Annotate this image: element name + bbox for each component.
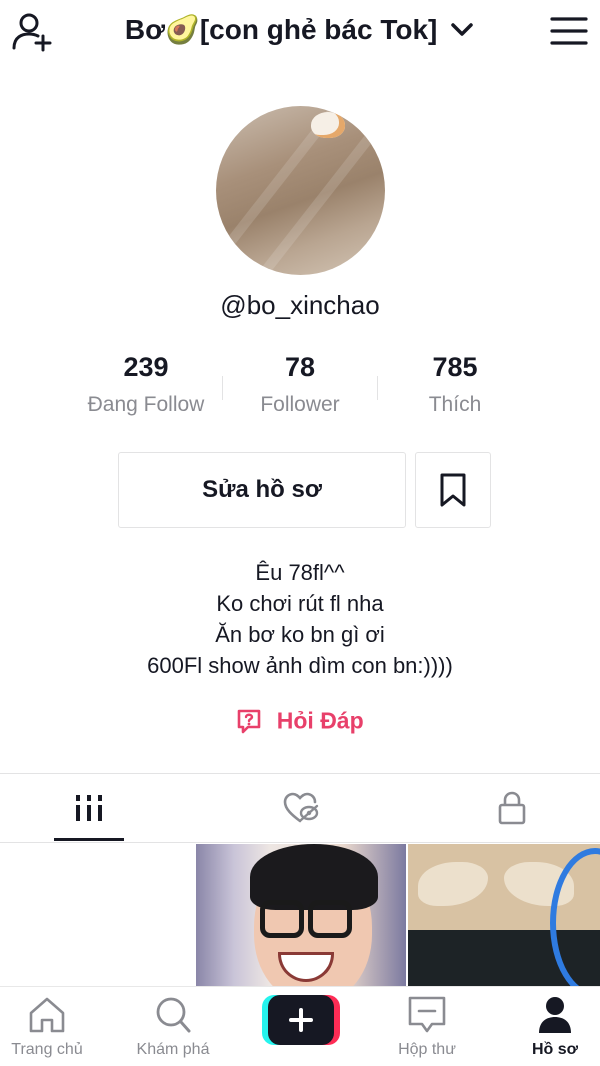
profile-stats: 239 Đang Follow 78 Follower 785 Thích <box>0 352 600 422</box>
video-grid <box>0 844 600 986</box>
thumbnail-shape <box>418 862 488 906</box>
nav-home[interactable]: Trang chủ <box>0 995 107 1059</box>
bookmark-button[interactable] <box>415 452 491 528</box>
stat-value: 239 <box>123 352 169 382</box>
stat-followers[interactable]: 78 Follower <box>220 352 380 417</box>
profile-header: Bơ🥑[con ghẻ bác Tok] <box>0 0 600 64</box>
plus-icon <box>289 1008 313 1032</box>
edit-profile-button[interactable]: Sửa hồ sơ <box>118 452 406 528</box>
stat-value: 785 <box>432 352 478 382</box>
avatar-floor-texture <box>216 106 370 275</box>
home-icon <box>29 997 65 1033</box>
bottom-navigation: Trang chủ Khám phá Hộp thư Hồ sơ <box>0 986 600 1066</box>
thumbnail-glasses <box>308 900 352 938</box>
nav-label: Khám phá <box>136 1041 210 1058</box>
bio: Êu 78fl^^ Ko chơi rút fl nha Ăn bơ ko bn… <box>0 557 600 681</box>
videos-grid-icon <box>76 795 102 821</box>
account-switcher[interactable]: Bơ🥑[con ghẻ bác Tok] <box>0 12 600 46</box>
liked-hidden-icon <box>283 792 319 823</box>
bio-line: Êu 78fl^^ <box>255 560 345 585</box>
nav-discover[interactable]: Khám phá <box>113 995 233 1059</box>
active-tab-indicator <box>54 838 124 841</box>
search-icon <box>156 997 191 1033</box>
inbox-icon <box>408 996 446 1033</box>
video-thumbnail[interactable] <box>196 844 406 986</box>
tab-liked[interactable] <box>201 774 401 842</box>
bookmark-icon <box>440 473 466 507</box>
video-thumbnail[interactable] <box>408 844 600 986</box>
stat-likes[interactable]: 785 Thích <box>375 352 535 417</box>
bio-line: Ăn bơ ko bn gì ơi <box>215 622 385 647</box>
avatar[interactable] <box>216 106 385 275</box>
create-button-face <box>268 995 334 1045</box>
tab-videos[interactable] <box>0 774 189 842</box>
avatar-floor-texture <box>232 106 385 275</box>
nav-profile[interactable]: Hồ sơ <box>495 995 600 1059</box>
username: @bo_xinchao <box>220 290 380 320</box>
question-bubble-icon <box>238 709 261 734</box>
avatar-cat <box>311 112 345 138</box>
video-thumbnail[interactable] <box>0 844 194 986</box>
nav-label: Hộp thư <box>398 1041 456 1058</box>
qa-link[interactable]: Hỏi Đáp <box>0 706 600 734</box>
profile-tabs <box>0 773 600 843</box>
hamburger-menu-icon[interactable] <box>550 14 588 48</box>
stat-label: Follower <box>260 393 340 416</box>
nav-label: Hồ sơ <box>531 1041 579 1058</box>
stat-following[interactable]: 239 Đang Follow <box>66 352 226 417</box>
bio-line: 600Fl show ảnh dìm con bn:)))) <box>147 653 453 678</box>
stat-label: Thích <box>428 393 482 416</box>
profile-icon <box>539 997 571 1033</box>
account-title: Bơ🥑[con ghẻ bác Tok] <box>124 14 438 46</box>
stat-label: Đang Follow <box>87 393 205 416</box>
nav-inbox[interactable]: Hộp thư <box>367 995 487 1059</box>
chevron-down-icon <box>451 22 473 36</box>
lock-icon <box>498 791 526 825</box>
bio-line: Ko chơi rút fl nha <box>216 591 384 616</box>
qa-label: Hỏi Đáp <box>276 707 364 734</box>
tab-private[interactable] <box>412 774 600 842</box>
create-video-button[interactable] <box>262 995 340 1045</box>
stat-value: 78 <box>284 352 316 382</box>
nav-label: Trang chủ <box>11 1041 83 1058</box>
thumbnail-glasses <box>260 900 304 938</box>
